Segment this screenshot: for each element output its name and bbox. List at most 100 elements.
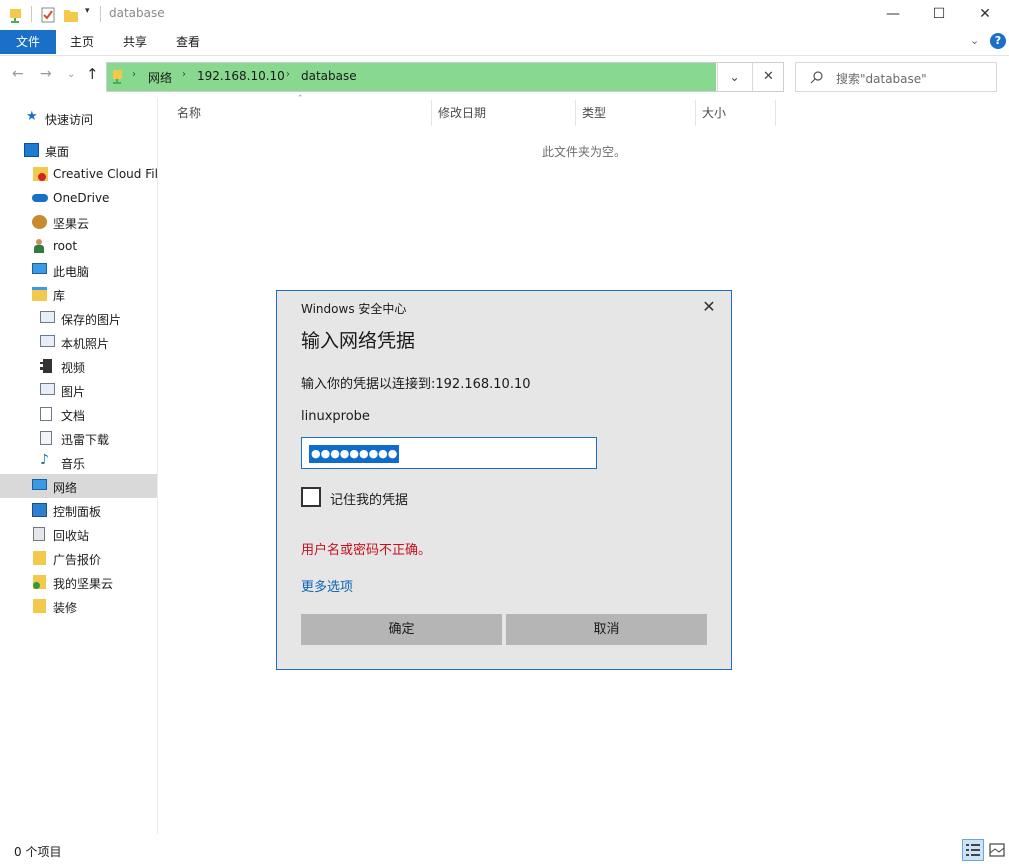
breadcrumb-chevron-icon[interactable]: › [132, 69, 136, 80]
sidebar-item-jianguoyun[interactable]: 坚果云 [0, 210, 157, 234]
download-library-icon [40, 431, 52, 445]
column-divider[interactable] [775, 100, 776, 126]
remember-credentials-label[interactable]: 记住我的凭据 [330, 489, 408, 508]
separator [31, 6, 32, 22]
column-divider[interactable] [431, 100, 432, 126]
sidebar-item-documents[interactable]: 文档 [0, 402, 157, 426]
new-folder-icon[interactable] [63, 6, 79, 24]
sidebar-item-label: 此电脑 [53, 265, 90, 279]
network-location-icon [113, 70, 122, 84]
sidebar-item-renovation[interactable]: 装修 [0, 594, 157, 618]
sidebar-item-recycle-bin[interactable]: 回收站 [0, 522, 157, 546]
tab-file[interactable]: 文件 [0, 30, 56, 54]
more-options-link[interactable]: 更多选项 [301, 576, 353, 595]
column-divider[interactable] [695, 100, 696, 126]
back-button[interactable]: ← [12, 66, 24, 82]
username-display: linuxprobe [301, 409, 370, 424]
recent-locations-icon[interactable]: ⌄ [67, 69, 75, 80]
column-header-type[interactable]: 类型 [582, 104, 606, 121]
dialog-close-icon[interactable]: ✕ [697, 297, 721, 317]
address-bar[interactable]: › 网络 › 192.168.10.10 › database ⌄ ✕ [106, 62, 784, 92]
close-button[interactable]: ✕ [962, 0, 1008, 30]
sidebar-item-control-panel[interactable]: 控制面板 [0, 498, 157, 522]
expand-ribbon-icon[interactable]: ⌄ [970, 34, 979, 47]
ribbon-tabs: 文件 主页 共享 查看 ⌄ ? [0, 30, 1009, 56]
user-icon [34, 239, 44, 253]
search-box[interactable]: 搜索"database" [795, 62, 997, 92]
empty-folder-message: 此文件夹为空。 [542, 145, 627, 159]
error-message: 用户名或密码不正确。 [301, 543, 432, 558]
sidebar-item-network[interactable]: 网络 [0, 474, 157, 498]
sidebar-item-label: 我的坚果云 [53, 577, 114, 591]
forward-button[interactable]: → [40, 66, 52, 82]
control-panel-icon [32, 503, 47, 517]
sidebar-item-creative-cloud-files[interactable]: Creative Cloud Files [0, 162, 157, 186]
up-button[interactable]: ↑ [86, 65, 99, 83]
sidebar-item-label: OneDrive [53, 191, 110, 205]
tab-view[interactable]: 查看 [168, 30, 208, 54]
address-path[interactable]: › 网络 › 192.168.10.10 › database [107, 63, 716, 91]
sidebar-item-this-pc[interactable]: 此电脑 [0, 258, 157, 282]
address-clear-icon[interactable]: ✕ [752, 63, 784, 91]
sidebar-item-label: root [53, 239, 78, 253]
sidebar-item-videos[interactable]: 视频 [0, 354, 157, 378]
sidebar-item-quick-access[interactable]: ★ 快速访问 [0, 106, 157, 130]
breadcrumb-folder[interactable]: database [301, 69, 357, 83]
sidebar-item-onedrive[interactable]: OneDrive [0, 186, 157, 210]
sidebar-item-label: 文档 [61, 409, 86, 423]
cloud-icon [32, 194, 48, 202]
large-icons-view-button[interactable] [986, 839, 1008, 861]
search-placeholder[interactable]: 搜索"database" [836, 70, 927, 87]
title-bar: ▾ database — ☐ ✕ [0, 0, 1009, 30]
help-icon[interactable]: ? [990, 33, 1006, 49]
sidebar-item-my-jianguoyun[interactable]: 我的坚果云 [0, 570, 157, 594]
password-field[interactable]: ●●●●●●●●● [301, 437, 597, 469]
sidebar-item-ad-quotes[interactable]: 广告报价 [0, 546, 157, 570]
dialog-prompt: 输入你的凭据以连接到:192.168.10.10 [301, 377, 531, 392]
photos-library-icon [40, 335, 55, 347]
column-header-size[interactable]: 大小 [702, 104, 726, 121]
breadcrumb-chevron-icon[interactable]: › [182, 69, 186, 80]
creative-cloud-folder-icon [33, 167, 48, 181]
properties-icon[interactable] [40, 6, 56, 24]
column-divider[interactable] [575, 100, 576, 126]
address-history-chevron-icon[interactable]: ⌄ [717, 63, 751, 91]
sidebar-item-saved-pictures[interactable]: 保存的图片 [0, 306, 157, 330]
search-icon [810, 71, 823, 84]
sidebar-item-xunlei-downloads[interactable]: 迅雷下载 [0, 426, 157, 450]
sidebar-item-label: 装修 [53, 601, 78, 615]
sidebar-item-root[interactable]: root [0, 234, 157, 258]
sidebar-item-label: 桌面 [45, 145, 70, 159]
breadcrumb-host[interactable]: 192.168.10.10 [197, 69, 285, 83]
password-value[interactable]: ●●●●●●●●● [309, 445, 400, 463]
column-header-name[interactable]: 名称 [177, 104, 201, 121]
window-title: database [109, 6, 165, 20]
customize-quick-access-icon[interactable]: ▾ [85, 6, 90, 16]
sidebar-item-label: 库 [53, 289, 66, 303]
pin-folder-icon[interactable] [8, 6, 24, 24]
tab-share[interactable]: 共享 [115, 30, 155, 54]
sidebar-item-label: 快速访问 [45, 113, 94, 127]
details-view-button[interactable] [962, 839, 984, 861]
maximize-button[interactable]: ☐ [916, 0, 962, 30]
sidebar-item-libraries[interactable]: 库 [0, 282, 157, 306]
column-header-modified[interactable]: 修改日期 [438, 104, 486, 121]
remember-credentials-checkbox[interactable] [301, 487, 321, 507]
breadcrumb-network[interactable]: 网络 [148, 69, 172, 86]
sidebar-item-label: 网络 [53, 481, 78, 495]
ok-button[interactable]: 确定 [301, 614, 502, 645]
star-icon: ★ [26, 109, 38, 124]
cancel-button[interactable]: 取消 [506, 614, 707, 645]
sidebar-item-music[interactable]: ♪ 音乐 [0, 450, 157, 474]
nut-icon [32, 215, 47, 229]
tab-home[interactable]: 主页 [62, 30, 102, 54]
breadcrumb-chevron-icon[interactable]: › [286, 69, 290, 80]
minimize-button[interactable]: — [870, 0, 916, 30]
sidebar-item-pictures[interactable]: 图片 [0, 378, 157, 402]
sidebar-item-camera-roll[interactable]: 本机照片 [0, 330, 157, 354]
sidebar-item-desktop[interactable]: 桌面 [0, 138, 157, 162]
documents-library-icon [40, 407, 52, 421]
dialog-caption: Windows 安全中心 [301, 302, 407, 316]
sidebar-item-label: 回收站 [53, 529, 90, 543]
sidebar-item-label: 保存的图片 [61, 313, 122, 327]
